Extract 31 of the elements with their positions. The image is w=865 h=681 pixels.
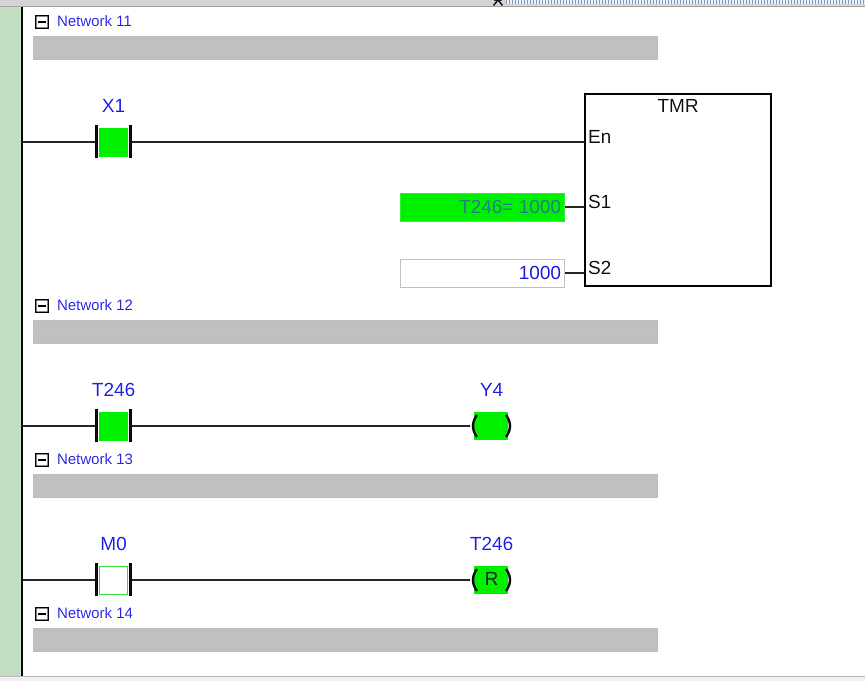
splitter-grip[interactable] [506,0,865,4]
pin-label: En [588,127,612,149]
comment-field[interactable] [33,474,658,498]
coil-label: T246 [470,534,514,556]
collapse-icon[interactable] [35,15,49,29]
comment-field[interactable] [33,320,658,344]
operand-field: 1000 [400,258,565,288]
contact-label: T246 [92,380,136,402]
network-title: Network 11 [57,13,132,31]
rung-wire [23,579,95,581]
collapse-icon[interactable] [35,607,49,621]
pin-label: S1 [588,192,612,214]
network-title: Network 14 [57,605,133,623]
collapse-icon[interactable] [35,453,49,467]
rung-wire [23,141,95,143]
pin-wire [565,272,584,274]
close-icon[interactable] [492,0,504,6]
network-title: Network 13 [57,451,133,469]
contact-label: X1 [102,96,126,118]
coil-label: Y4 [480,380,504,402]
coil-letter: R [484,569,498,591]
comment-field[interactable] [33,36,658,60]
collapse-icon[interactable] [35,299,49,313]
pin-label: S2 [588,258,612,280]
pin-wire [565,206,584,208]
block-title: TMR [657,96,699,118]
operand-field: T246= 1000 [400,192,565,222]
contact-label: M0 [100,534,127,556]
comment-field[interactable] [33,628,658,652]
network-title: Network 12 [57,297,133,315]
rung-wire [23,425,95,427]
